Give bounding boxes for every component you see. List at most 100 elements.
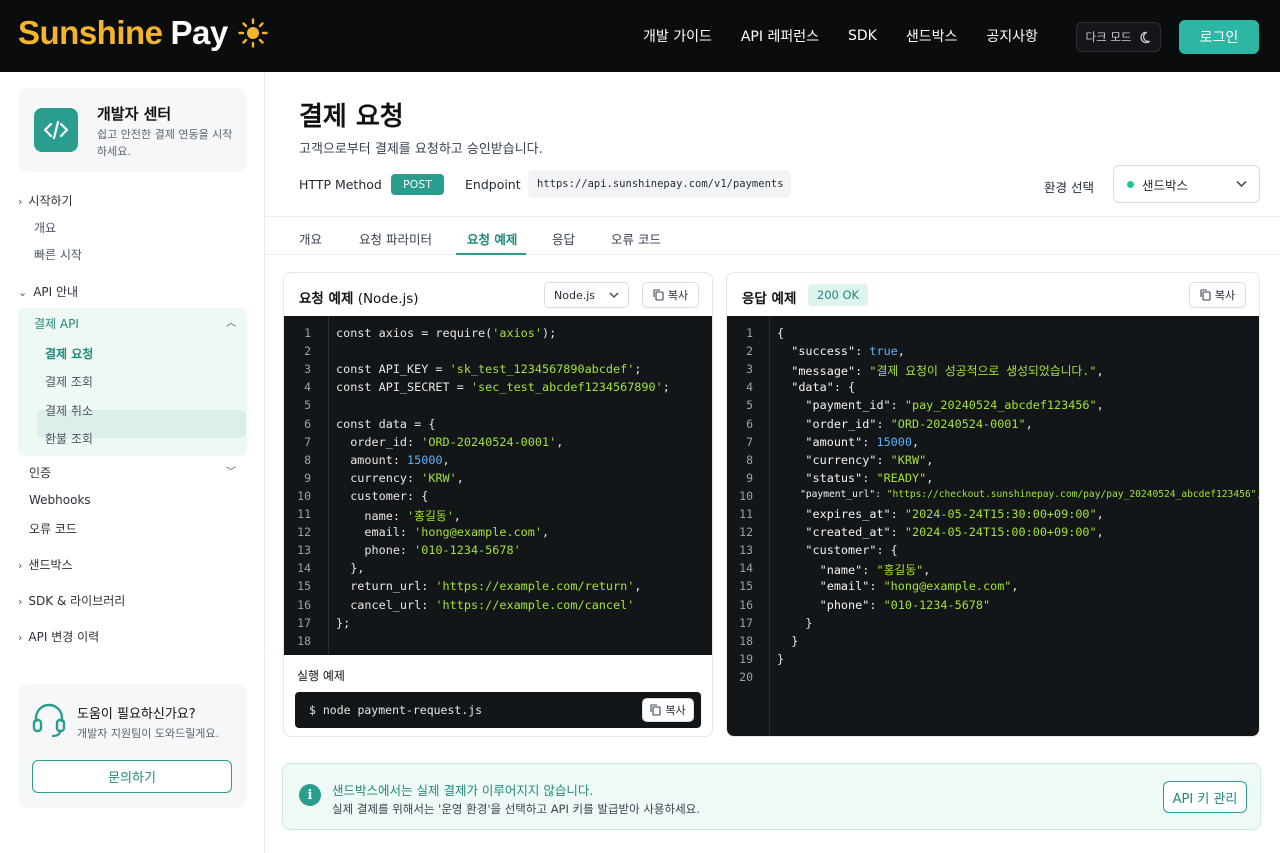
- code-line: amount: 15000,: [336, 453, 449, 467]
- sidebar-item-overview[interactable]: 개요: [34, 219, 56, 236]
- login-button[interactable]: 로그인: [1179, 20, 1259, 54]
- chevron-up-icon[interactable]: ︿: [226, 314, 236, 329]
- code-token: }: [777, 651, 785, 666]
- sidebar-item-webhooks[interactable]: Webhooks: [29, 493, 91, 507]
- sidebar-item-quick-start[interactable]: 빠른 시작: [34, 246, 82, 263]
- line-number: 1: [746, 326, 753, 340]
- logo[interactable]: Sunshine Pay: [18, 14, 268, 52]
- headset-icon: [32, 703, 66, 738]
- chevron-right-icon: ›: [18, 559, 23, 572]
- code-line: }: [777, 615, 813, 630]
- nav-api-reference[interactable]: API 레퍼런스: [741, 26, 819, 46]
- active-tab-indicator: [456, 253, 526, 255]
- api-key-manage-button[interactable]: API 키 관리: [1163, 781, 1247, 813]
- code-token: "customer": [805, 543, 877, 558]
- line-number: 7: [304, 434, 311, 449]
- sidebar-item-refund-inquiry[interactable]: 환불 조회: [45, 430, 93, 447]
- line-number: 14: [297, 561, 311, 576]
- line-number: 8: [746, 452, 753, 467]
- nav-sandbox[interactable]: 샌드박스: [906, 26, 958, 46]
- copy-response-button[interactable]: 복사: [1189, 282, 1246, 308]
- sidebar-item-payment-api[interactable]: 결제 API: [34, 315, 79, 332]
- sidebar-item-error-codes[interactable]: 오류 코드: [29, 520, 77, 537]
- code-token: "홍길동": [876, 563, 924, 578]
- code-token: }: [777, 615, 813, 630]
- nav-dev-guide[interactable]: 개발 가이드: [643, 26, 712, 46]
- code-token: ,: [634, 579, 642, 594]
- language-select[interactable]: Node.js: [544, 282, 629, 308]
- run-command: $ node payment-request.js: [309, 703, 483, 717]
- code-line: const axios = require('axios');: [336, 326, 556, 340]
- env-select-value: 샌드박스: [1142, 177, 1189, 193]
- sidebar-item-api-guide[interactable]: ⌄ API 안내: [18, 283, 78, 300]
- chevron-down-icon[interactable]: ﹀: [226, 463, 236, 478]
- sidebar-item-sandbox[interactable]: › 샌드박스: [18, 556, 73, 573]
- sidebar-item-payment-cancel[interactable]: 결제 취소: [45, 402, 93, 419]
- line-number: 1: [304, 326, 311, 340]
- sidebar-item-label: API 변경 이력: [28, 630, 100, 644]
- tab-response[interactable]: 응답: [552, 229, 575, 248]
- response-panel-title: 응답 예제: [742, 291, 797, 307]
- code-line: "name": "홍길동",: [777, 561, 931, 578]
- code-line: "expires_at": "2024-05-24T15:30:00+09:00…: [777, 507, 1103, 521]
- http-method-badge: POST: [391, 174, 444, 195]
- request-panel-title-text: 요청 예제: [299, 291, 354, 307]
- copy-request-button[interactable]: 복사: [642, 282, 699, 308]
- nav-sdk[interactable]: SDK: [848, 28, 877, 44]
- code-gutter-divider: [769, 316, 770, 736]
- env-select[interactable]: 샌드박스: [1113, 165, 1260, 203]
- code-token: :: [890, 525, 905, 540]
- line-number: 10: [297, 488, 311, 503]
- tab-overview[interactable]: 개요: [299, 229, 322, 248]
- copy-label: 복사: [667, 289, 689, 302]
- code-line: "order_id": "ORD-20240524-0001",: [777, 416, 1033, 431]
- response-code-block: 1 {2 "success": true, 3 "message": "결제 요청이…: [727, 316, 1259, 736]
- code-line: order_id: 'ORD-20240524-0001',: [336, 435, 563, 449]
- code-token: :: [855, 364, 870, 379]
- developer-center-subtitle: 쉽고 안전한 결제 연동을 시작하세요.: [97, 128, 233, 158]
- line-number: 9: [304, 470, 311, 485]
- code-token: ,: [1011, 579, 1019, 594]
- sidebar-item-payment-inquiry[interactable]: 결제 조회: [45, 373, 93, 390]
- copy-label: 복사: [665, 704, 686, 717]
- moon-icon: [1140, 31, 1151, 43]
- tab-request-params[interactable]: 요청 파라미터: [359, 229, 432, 248]
- sidebar-item-auth[interactable]: 인증: [29, 464, 51, 481]
- sidebar-item-sdk[interactable]: › SDK & 라이브러리: [18, 592, 125, 609]
- sidebar-item-getting-started[interactable]: › 시작하기: [18, 192, 73, 209]
- contact-button[interactable]: 문의하기: [32, 760, 232, 793]
- line-number: 7: [746, 434, 753, 449]
- tab-error-codes[interactable]: 오류 코드: [611, 229, 661, 248]
- sidebar-item-changelog[interactable]: › API 변경 이력: [18, 628, 99, 645]
- tab-request-example[interactable]: 요청 예제: [467, 229, 517, 248]
- dark-mode-toggle[interactable]: 다크 모드: [1076, 22, 1161, 52]
- sidebar-item-label: API 안내: [33, 285, 79, 299]
- code-line: "phone": "010-1234-5678": [777, 598, 990, 612]
- chevron-right-icon: ›: [18, 631, 23, 644]
- code-line: }: [777, 634, 798, 648]
- code-token: },: [336, 561, 365, 576]
- env-select-label: 환경 선택: [1044, 180, 1094, 195]
- line-number: 4: [746, 380, 753, 395]
- line-number: 11: [297, 507, 311, 521]
- copy-command-button[interactable]: 복사: [642, 698, 694, 722]
- sidebar-item-payment-request[interactable]: 결제 요청: [45, 345, 93, 362]
- code-token: const axios = require(: [336, 326, 493, 340]
- request-code-block: 1 const axios = require('axios'); 2 3 const …: [284, 316, 712, 655]
- code-token: customer: {: [336, 488, 429, 503]
- code-token: "message": [791, 364, 856, 379]
- line-number: 10: [739, 488, 753, 503]
- main-nav: 개발 가이드 API 레퍼런스 SDK 샌드박스 공지사항: [643, 0, 1067, 72]
- code-token: 'https://example.com/return': [435, 579, 635, 594]
- code-token: "order_id": [805, 416, 877, 431]
- code-gutter-divider: [328, 316, 329, 655]
- notice-body: 실제 결제를 위해서는 '운영 환경'을 선택하고 API 키를 발급받아 사용…: [332, 802, 700, 816]
- code-token: "010-1234-5678": [883, 597, 991, 612]
- code-token: 'sk_test_1234567890abcdef': [449, 362, 635, 377]
- code-token: ,: [1025, 416, 1033, 431]
- code-token: ,: [926, 452, 934, 467]
- nav-notices[interactable]: 공지사항: [986, 26, 1038, 46]
- code-line: }: [777, 652, 784, 666]
